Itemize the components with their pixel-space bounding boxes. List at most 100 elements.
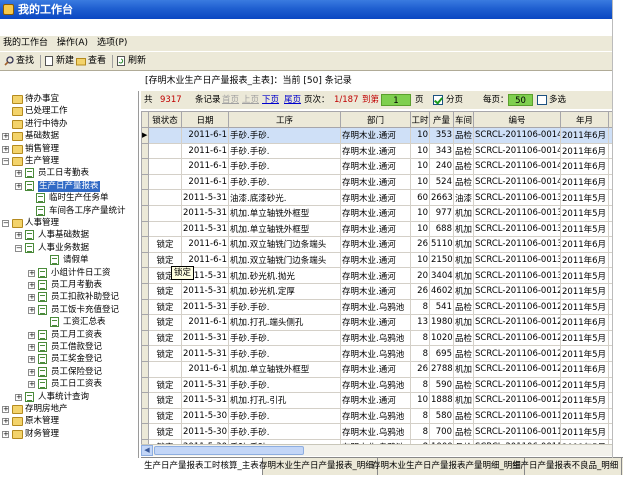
tab-2[interactable]: 存明木业生产日产量报表_明细	[256, 458, 378, 475]
next-page-link[interactable]: 下页	[262, 91, 279, 109]
collapse-icon[interactable]: −	[15, 244, 22, 252]
expand-icon[interactable]: +	[28, 356, 35, 364]
table-row[interactable]: 锁定 2011-5-31 手砂.手砂. 存明木业.乌鸦池 8 1020 品检 SCRCL-20…	[141, 329, 612, 347]
expand-icon[interactable]: +	[15, 182, 22, 190]
expand-icon[interactable]: +	[2, 145, 9, 153]
table-cell[interactable]: 机加.单立轴铣外框型	[228, 204, 341, 222]
table-row[interactable]: 锁定 2011-5-31 手砂.手砂. 存明木业.乌鸦池 8 695 品检 SCRCL-201…	[141, 345, 612, 362]
table-cell[interactable]: 2011-5-30	[181, 407, 229, 425]
goto-page-input[interactable]: 1	[381, 94, 411, 106]
table-cell[interactable]: 2150	[429, 251, 454, 269]
table-cell[interactable]: 2011-6-1	[181, 360, 229, 378]
expand-icon[interactable]: +	[15, 393, 22, 401]
table-cell[interactable]: SCRCL-201106-00139	[473, 189, 561, 206]
tree-item[interactable]: 工资汇总表	[0, 317, 138, 328]
table-cell[interactable]: 油漆.底漆砂光.	[228, 189, 341, 206]
table-cell[interactable]: 688	[429, 220, 454, 238]
row-selector[interactable]	[141, 158, 149, 175]
table-cell[interactable]: SCRCL-201106-00124	[473, 329, 561, 347]
table-cell[interactable]: 2011-5-31	[181, 392, 229, 409]
table-cell[interactable]	[148, 204, 182, 222]
table-cell[interactable]: 机加	[453, 282, 474, 300]
table-row[interactable]: 2011-6-1 手砂.手砂. 存明木业.通河 10 240 品检 SCRCL-201106…	[141, 158, 612, 175]
column-header[interactable]: 车间	[453, 111, 474, 128]
row-selector[interactable]	[141, 329, 149, 347]
table-cell[interactable]: 700	[429, 423, 454, 440]
expand-icon[interactable]: +	[2, 418, 9, 426]
table-cell[interactable]: 2011年5月	[560, 329, 609, 347]
table-cell[interactable]: 26	[410, 360, 430, 378]
table-cell[interactable]: 手砂.手砂.	[228, 345, 341, 362]
table-cell[interactable]: SCRCL-201106-00134	[473, 220, 561, 238]
expand-icon[interactable]: +	[28, 331, 35, 339]
last-page-link[interactable]: 尾页	[284, 91, 301, 109]
table-cell[interactable]: SCRCL-201106-00126	[473, 298, 561, 316]
table-cell[interactable]: 机加	[453, 204, 474, 222]
table-cell[interactable]: 26	[410, 282, 430, 300]
table-cell[interactable]: 机加.单立轴铣外框型	[228, 360, 341, 378]
table-cell[interactable]: 锁定	[148, 423, 182, 440]
row-selector[interactable]	[141, 376, 149, 394]
table-cell[interactable]: 2011-5-31	[181, 220, 229, 238]
table-cell[interactable]: 8	[410, 423, 430, 440]
view-button[interactable]: 查看	[76, 54, 106, 69]
table-cell[interactable]: 4602	[429, 282, 454, 300]
tree-item[interactable]: + 员工奖金登记	[0, 354, 138, 365]
row-selector[interactable]	[141, 220, 149, 238]
table-cell[interactable]: 2011-5-31	[181, 345, 229, 362]
table-cell[interactable]: 695	[429, 345, 454, 362]
tree-item[interactable]: + 人事基础数据	[0, 230, 138, 241]
table-row[interactable]: 锁定 2011-6-1 机加.双立轴铣门边条端头 存明木业.通河 10 2150 机加 SCR…	[141, 251, 612, 269]
table-cell[interactable]: 2011年6月	[560, 173, 609, 191]
column-header[interactable]: 年月	[560, 111, 609, 128]
column-header[interactable]: 锁状态	[148, 111, 182, 128]
table-cell[interactable]: 存明木业.通河	[340, 392, 411, 409]
table-cell[interactable]: SCRCL-201106-00130	[473, 267, 561, 284]
table-cell[interactable]: SCRCL-201106-00127	[473, 282, 561, 300]
table-cell[interactable]: 1888	[429, 392, 454, 409]
row-selector[interactable]	[141, 173, 149, 191]
tree-item[interactable]: + 员工保险登记	[0, 366, 138, 378]
table-cell[interactable]: SCRCL-201106-00141	[473, 158, 561, 175]
table-cell[interactable]: 手砂.手砂.	[228, 329, 341, 347]
table-cell[interactable]: 存明木业.通河	[340, 251, 411, 269]
table-cell[interactable]: 品检	[453, 329, 474, 347]
table-row[interactable]: 锁定 2011-5-31 手砂.手砂. 存明木业.乌鸦池 8 590 品检 SCRCL-201…	[141, 376, 612, 394]
table-cell[interactable]: 2011年5月	[560, 407, 609, 425]
tree-item[interactable]: + 小组计件日工资	[0, 267, 138, 279]
first-page-link[interactable]: 首页	[222, 91, 239, 109]
table-cell[interactable]: 存明木业.乌鸦池	[340, 329, 411, 347]
table-cell[interactable]: 2011-6-1	[181, 236, 229, 253]
table-cell[interactable]: 2011年6月	[560, 360, 609, 378]
table-cell[interactable]: 2788	[429, 360, 454, 378]
table-row[interactable]: 锁定 2011-6-1 机加.双立轴铣门边条端头 存明木业.通河 26 5110 机加 SCR…	[141, 236, 612, 253]
tab-3[interactable]: 存明木业生产日产量报表产量明细_明细	[369, 458, 525, 475]
tree-item[interactable]: + 生产日产量报表	[0, 180, 138, 192]
table-cell[interactable]: 2011-6-1	[181, 127, 229, 144]
collapse-icon[interactable]: −	[2, 220, 9, 227]
table-cell[interactable]: SCRCL-201106-00132	[473, 236, 561, 253]
table-cell[interactable]: 353	[429, 127, 454, 144]
table-cell[interactable]: 2011年6月	[560, 314, 609, 331]
table-cell[interactable]: 品检	[453, 127, 474, 144]
tree-item[interactable]: + 原木管理	[0, 416, 138, 427]
table-cell[interactable]: 8	[410, 329, 430, 347]
tree-item[interactable]: + 财务管理	[0, 429, 138, 440]
table-cell[interactable]: 1020	[429, 329, 454, 347]
table-cell[interactable]: 2011年6月	[560, 236, 609, 253]
column-header[interactable]: 产量	[429, 111, 454, 128]
tree-item[interactable]: + 存明房地产	[0, 404, 138, 415]
table-cell[interactable]: 机加	[453, 314, 474, 331]
expand-icon[interactable]: +	[28, 282, 35, 289]
tree-item[interactable]: + 员工月工资表	[0, 329, 138, 341]
table-cell[interactable]	[148, 142, 182, 160]
table-cell[interactable]: 10	[410, 251, 430, 269]
table-cell[interactable]: 60	[410, 189, 430, 206]
table-row[interactable]: 2011-5-31 机加.单立轴铣外框型 存明木业.通河 10 688 机加 SCRCL-2…	[141, 220, 612, 238]
table-cell[interactable]: 10	[410, 158, 430, 175]
table-cell[interactable]: 8	[410, 407, 430, 425]
column-header[interactable]: 编号	[473, 111, 561, 128]
tree-item[interactable]: 已处理工作	[0, 106, 138, 117]
refresh-button[interactable]: 刷新	[116, 54, 146, 69]
tree-item[interactable]: 临时生产任务单	[0, 193, 138, 204]
